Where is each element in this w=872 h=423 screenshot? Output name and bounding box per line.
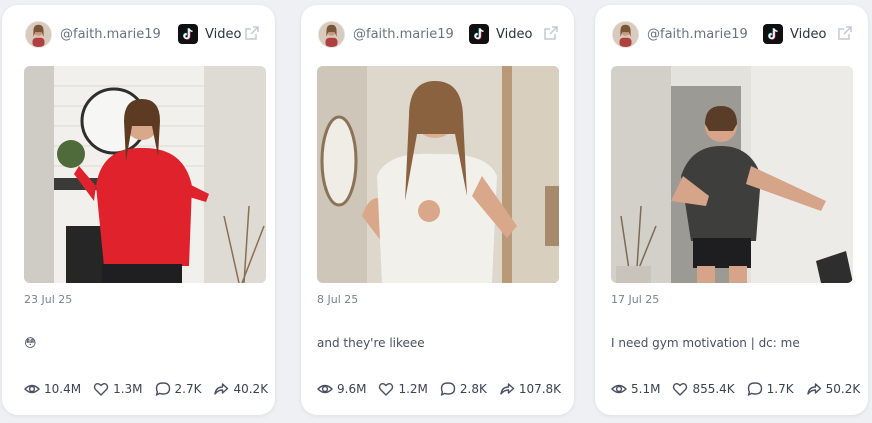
video-thumbnail[interactable] <box>24 66 266 283</box>
likes-count: 855.4K <box>692 382 735 396</box>
post-card[interactable]: @faith.marie19 Video <box>595 5 868 415</box>
platform-label: Video <box>496 26 533 42</box>
tiktok-icon <box>763 24 783 44</box>
comments-count: 1.7K <box>766 382 794 396</box>
avatar[interactable] <box>612 21 639 48</box>
likes-stat: 1.3M <box>93 381 143 397</box>
tiktok-icon <box>178 24 198 44</box>
post-stats: 10.4M 1.3M 2.7K 40.2K <box>24 380 280 398</box>
card-header: @faith.marie19 Video <box>611 21 854 57</box>
shares-stat: 50.2K <box>806 381 861 397</box>
post-caption: 😳 <box>24 336 37 350</box>
shares-count: 107.8K <box>518 382 562 396</box>
comment-icon <box>440 382 456 396</box>
shares-count: 40.2K <box>233 382 269 396</box>
platform-label: Video <box>205 26 242 42</box>
views-count: 10.4M <box>44 382 82 396</box>
eye-icon <box>317 384 333 394</box>
comment-icon <box>155 382 170 396</box>
external-link-icon[interactable] <box>836 24 854 42</box>
likes-count: 1.3M <box>113 382 143 396</box>
post-stats: 9.6M 1.2M 2.8K 107.8K <box>317 380 573 398</box>
shares-stat: 107.8K <box>499 381 561 397</box>
comments-stat: 2.8K <box>440 381 487 397</box>
comments-count: 2.7K <box>174 382 202 396</box>
eye-icon <box>24 384 40 394</box>
views-stat: 9.6M <box>317 381 366 397</box>
post-card[interactable]: @faith.marie19 Video <box>2 5 275 415</box>
share-icon <box>806 383 821 395</box>
platform-badge: Video <box>763 23 826 45</box>
post-date: 23 Jul 25 <box>24 293 73 306</box>
platform-label: Video <box>790 26 827 42</box>
post-caption: I need gym motivation | dc: me <box>611 336 800 350</box>
views-stat: 5.1M <box>611 381 660 397</box>
comments-stat: 1.7K <box>747 381 794 397</box>
heart-icon <box>379 383 394 396</box>
views-stat: 10.4M <box>24 381 81 397</box>
share-icon <box>214 383 229 395</box>
platform-badge: Video <box>178 23 241 45</box>
post-stats: 5.1M 855.4K 1.7K 50.2K <box>611 380 872 398</box>
avatar[interactable] <box>318 21 345 48</box>
username[interactable]: @faith.marie19 <box>353 27 454 42</box>
likes-count: 1.2M <box>398 382 428 396</box>
video-thumbnail[interactable] <box>317 66 559 283</box>
card-header: @faith.marie19 Video <box>24 21 261 57</box>
comment-icon <box>747 382 762 396</box>
share-icon <box>500 383 515 395</box>
likes-stat: 855.4K <box>672 381 735 397</box>
comments-stat: 2.7K <box>155 381 202 397</box>
likes-stat: 1.2M <box>378 381 428 397</box>
post-card[interactable]: @faith.marie19 Video <box>301 5 574 415</box>
external-link-icon[interactable] <box>542 24 560 42</box>
eye-icon <box>611 384 627 394</box>
heart-icon <box>93 383 109 396</box>
video-thumbnail[interactable] <box>611 66 853 283</box>
post-date: 8 Jul 25 <box>317 293 359 306</box>
username[interactable]: @faith.marie19 <box>60 27 161 42</box>
shares-stat: 40.2K <box>213 381 268 397</box>
tiktok-icon <box>469 24 489 44</box>
shares-count: 50.2K <box>825 382 861 396</box>
username[interactable]: @faith.marie19 <box>647 27 748 42</box>
platform-badge: Video <box>469 23 532 45</box>
comments-count: 2.8K <box>459 382 487 396</box>
views-count: 9.6M <box>337 382 367 396</box>
heart-icon <box>673 383 688 396</box>
post-date: 17 Jul 25 <box>611 293 660 306</box>
card-header: @faith.marie19 Video <box>317 21 560 57</box>
external-link-icon[interactable] <box>243 24 261 42</box>
post-caption: and they're likeee <box>317 336 425 350</box>
views-count: 5.1M <box>631 382 661 396</box>
avatar[interactable] <box>25 21 52 48</box>
